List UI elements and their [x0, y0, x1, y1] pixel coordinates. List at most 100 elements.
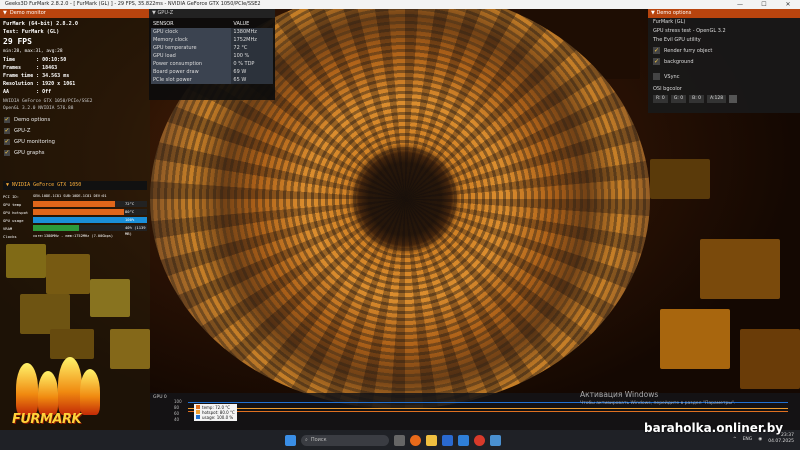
- sensor-name: Board power draw: [151, 68, 232, 76]
- sensor-value: 72 °C: [231, 44, 273, 52]
- gpu-hotspot-bar: 80°C: [33, 209, 147, 215]
- background-cube: [650, 159, 710, 199]
- time-stat: Time : 00:10:50: [3, 57, 67, 63]
- checkbox-background[interactable]: ✓ background: [648, 56, 800, 67]
- unchecked-box-icon: [653, 73, 660, 80]
- fps-minmax: min:28, max:31, avg:28: [3, 49, 63, 54]
- search-icon: ⌕: [305, 437, 308, 443]
- background-cube: [740, 329, 800, 389]
- checkmark-icon: ✓: [4, 137, 10, 145]
- vram-fill: [33, 225, 79, 231]
- sensor-value: 65 W: [231, 76, 273, 84]
- graph-y-ticks: 100 80 60 40: [174, 399, 182, 423]
- table-row: GPU temperature 72 °C: [151, 44, 273, 52]
- collapse-arrow-icon[interactable]: ▼: [3, 10, 7, 16]
- taskbar-search[interactable]: ⌕ Поиск: [301, 434, 389, 446]
- checkbox-label: Demo options: [14, 116, 51, 123]
- demo-tagline: The Evil GPU utility: [653, 37, 701, 43]
- table-row: PCIe slot power 65 W: [151, 76, 273, 84]
- gpuz-table: SENSOR VALUE GPU clock 1380MHz Memory cloc…: [151, 20, 273, 84]
- gpu-usage-row: GPU usage 100%: [3, 216, 147, 224]
- vram-row: VRAM 40% (1139 MB): [3, 224, 147, 236]
- mail-icon[interactable]: [458, 434, 469, 446]
- file-explorer-icon[interactable]: [426, 434, 437, 446]
- store-icon[interactable]: [442, 434, 453, 446]
- windows-activation-title: Активация Windows: [580, 390, 659, 399]
- gpuz-title: GPU-Z: [157, 10, 174, 16]
- tray-expand-icon[interactable]: ^: [733, 437, 737, 442]
- gpuz-taskbar-icon[interactable]: [490, 434, 501, 446]
- gpu-monitor-header[interactable]: ▼ NVIDIA GeForce GTX 1050: [3, 181, 147, 190]
- test-name: Test: FurMark (GL): [3, 29, 60, 35]
- checkmark-icon: ✓: [653, 58, 660, 65]
- watermark: baraholka.onliner.by: [644, 421, 784, 435]
- color-swatch[interactable]: [729, 95, 738, 103]
- sensor-name: Power consumption: [151, 60, 232, 68]
- hotspot-graph-line: [188, 408, 788, 409]
- demo-options-title: Demo options: [656, 10, 692, 16]
- windows-start-icon[interactable]: [285, 434, 296, 446]
- gpu-usage-value: 100%: [125, 217, 135, 222]
- bgcolor-controls: R: 0 G: 0 B: 0 A:128: [648, 95, 800, 103]
- vram-bar: 40% (1139 MB): [33, 225, 147, 236]
- frames-stat: Frames : 18463: [3, 65, 58, 71]
- checkbox-label: background: [664, 58, 694, 65]
- flame-icon: [58, 357, 82, 415]
- furmark-taskbar-icon[interactable]: [474, 434, 485, 446]
- temp-graph-line: [188, 411, 788, 412]
- pci-label: PCI ID:: [3, 193, 20, 199]
- demo-monitor-header[interactable]: ▼ Demo monitor: [0, 9, 150, 18]
- gpu-temp-fill: [33, 201, 116, 207]
- graph-gpu-label: GPU 0: [153, 395, 167, 400]
- table-row: GPU clock 1380MHz: [151, 28, 273, 36]
- task-view-icon[interactable]: [394, 434, 405, 446]
- maximize-button[interactable]: ☐: [752, 0, 776, 9]
- checkbox-gpu-monitoring[interactable]: ✓ GPU monitoring: [0, 136, 150, 147]
- bgcolor-g-input[interactable]: G: 0: [670, 95, 687, 103]
- gpuz-panel: ▼ GPU-Z SENSOR VALUE GPU clock 1380MHz Mem…: [149, 9, 275, 100]
- checkmark-icon: ✓: [653, 47, 660, 54]
- checkbox-vsync[interactable]: VSync: [648, 71, 800, 82]
- sensor-name: PCIe slot power: [151, 76, 232, 84]
- close-button[interactable]: ✕: [776, 0, 800, 9]
- frame-time-stat: Frame time : 34.563 ms: [3, 73, 70, 79]
- window-controls: — ☐ ✕: [728, 0, 800, 9]
- pci-row: PCI ID: GEN-10DE-1C81 SUB:10DE-1C81 DEV:0…: [3, 192, 147, 200]
- bgcolor-r-input[interactable]: R: 0: [653, 95, 668, 103]
- checkbox-label: Render furry object: [664, 47, 713, 54]
- language-indicator[interactable]: ENG: [743, 437, 753, 442]
- gpuz-header[interactable]: ▼ GPU-Z: [149, 9, 275, 18]
- demo-options-header[interactable]: ▼ Demo options: [648, 9, 800, 18]
- checkbox-demo-options[interactable]: ✓ Demo options: [0, 114, 150, 125]
- checkbox-gpu-z[interactable]: ✓ GPU-Z: [0, 125, 150, 136]
- legend-label: usage: 100.0 %: [202, 415, 234, 420]
- column-header-sensor: SENSOR: [153, 21, 174, 27]
- table-row: GPU load 100 %: [151, 52, 273, 60]
- sensor-value: 0 % TDP: [231, 60, 273, 68]
- minimize-button[interactable]: —: [728, 0, 752, 9]
- legend-swatch: [196, 410, 200, 414]
- sensor-value: 1752MHz: [231, 36, 273, 44]
- sensor-name: GPU load: [151, 52, 232, 60]
- firefox-icon[interactable]: [410, 434, 421, 446]
- checkbox-label: GPU-Z: [14, 127, 31, 134]
- gpu-hotspot-label: GPU hotspot: [3, 209, 29, 215]
- table-row: Power consumption 0 % TDP: [151, 60, 273, 68]
- bgcolor-b-input[interactable]: B: 0: [689, 95, 705, 103]
- checkbox-label: VSync: [664, 73, 680, 80]
- checkbox-gpu-graphs[interactable]: ✓ GPU graphs: [0, 147, 150, 158]
- logo-wordmark: FURMARK: [12, 412, 82, 427]
- window-title: Geeks3D FurMark 2.8.2.0 - [ FurMark (GL)…: [5, 1, 261, 7]
- background-cube: [700, 239, 780, 299]
- sensor-name: GPU clock: [151, 28, 232, 36]
- graph-legend: temp: 72.0 °C hotspot: 80.0 °C usage: 10…: [194, 404, 237, 421]
- collapse-arrow-icon[interactable]: ▼: [6, 182, 9, 188]
- sensor-value: 69 W: [231, 68, 273, 76]
- checkbox-render-furry-object[interactable]: ✓ Render furry object: [648, 45, 800, 56]
- gpu-hotspot-value: 80°C: [125, 209, 135, 214]
- gpu-monitor-title: NVIDIA GeForce GTX 1050: [12, 182, 82, 188]
- bgcolor-label: OSI bgcolor: [653, 86, 682, 92]
- network-icon[interactable]: ◉: [758, 437, 762, 442]
- demo-monitor-title: Demo monitor: [9, 10, 46, 16]
- bgcolor-a-input[interactable]: A:128: [707, 95, 727, 103]
